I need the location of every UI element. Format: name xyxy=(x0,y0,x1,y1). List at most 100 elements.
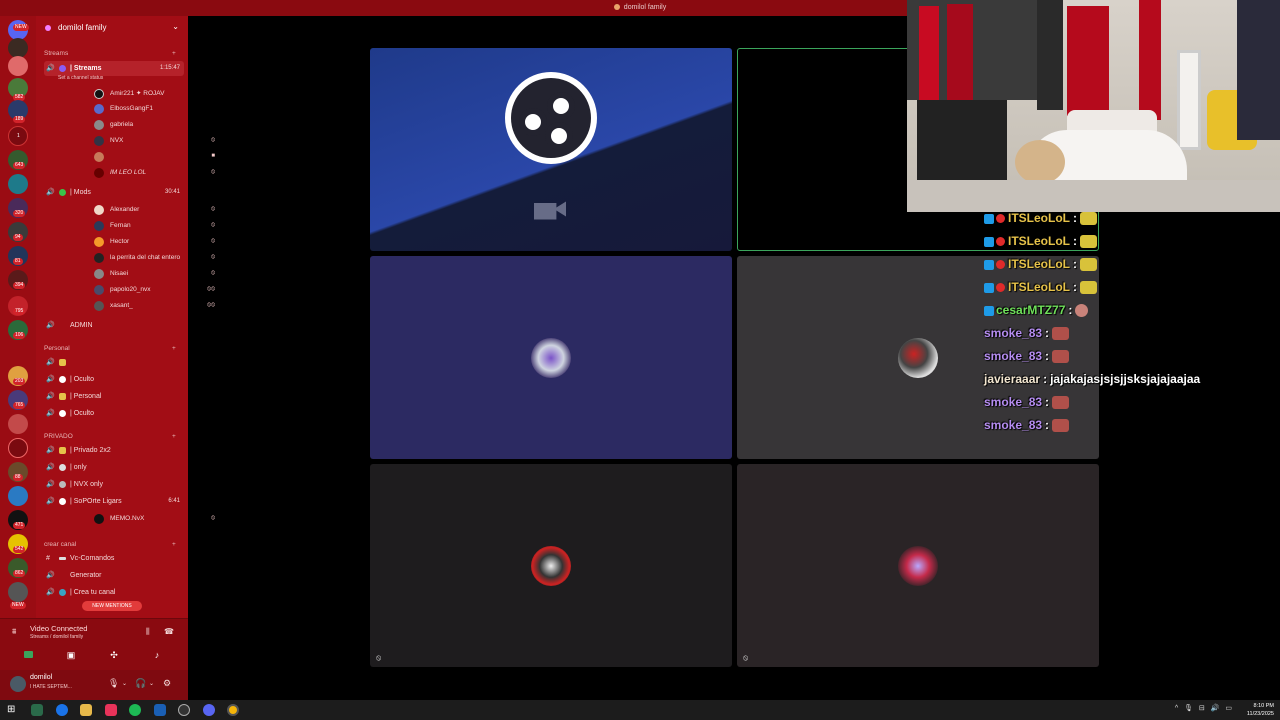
voice-user[interactable]: Alexander ⦸ xyxy=(94,202,219,217)
channel-soporte[interactable]: 🔊 | SoPOrte Ligars 6:41 xyxy=(44,494,184,509)
channel-oculto[interactable]: 🔊 | Oculto xyxy=(44,406,184,421)
avatar xyxy=(531,546,571,586)
server-icon[interactable] xyxy=(8,38,28,58)
voice-user[interactable]: Amir221 ✦ ROJAV xyxy=(94,86,219,101)
voice-user[interactable]: ElbossGangF1 xyxy=(94,101,219,116)
user-custom-status[interactable]: I HATE SEPTEM... xyxy=(30,684,72,690)
server-badge: 88 xyxy=(13,474,23,481)
mic-muted-icon: ⦸ xyxy=(211,515,215,521)
spotify-icon[interactable] xyxy=(129,704,141,716)
voice-user[interactable]: MEMO.NvX ⦸ xyxy=(94,511,219,526)
server-icon[interactable] xyxy=(8,582,28,602)
disconnect-icon[interactable]: ☎ xyxy=(164,627,174,636)
terminal-icon[interactable] xyxy=(31,704,43,716)
channel-label: | Oculto xyxy=(70,410,94,417)
server-badge: 795 xyxy=(13,308,26,315)
soundboard-button[interactable]: ♪ xyxy=(139,647,175,663)
screen-share-button[interactable]: ▣ xyxy=(53,647,89,663)
add-channel-icon[interactable]: + xyxy=(172,50,176,57)
category-crear-canal[interactable]: crear canal + xyxy=(44,541,176,548)
voice-user[interactable]: papolo20_nvx ⦸⦸ xyxy=(94,282,219,297)
channel-only[interactable]: 🔊 | only xyxy=(44,460,184,475)
chrome-icon[interactable] xyxy=(227,704,239,716)
vscode-icon[interactable] xyxy=(154,704,166,716)
stream-tile-obs[interactable] xyxy=(370,48,732,251)
chat-username: smoke_83 xyxy=(984,418,1043,432)
activities-button[interactable]: ✣ xyxy=(96,647,132,663)
chat-message: ITSLeoLoL: xyxy=(984,277,1280,297)
edge-browser-icon[interactable] xyxy=(56,704,68,716)
channel-admin[interactable]: 🔊 ADMIN xyxy=(44,318,184,333)
stream-tile-user[interactable]: ⦸ xyxy=(737,464,1099,667)
speaker-icon: 🔊 xyxy=(46,65,55,72)
voice-user[interactable]: NVX ⦸ xyxy=(94,133,219,148)
settings-gear-icon[interactable]: ⚙ xyxy=(163,678,171,689)
category-personal[interactable]: Personal + xyxy=(44,345,176,352)
guild-icon xyxy=(45,25,51,31)
voice-user[interactable]: Nisaei ⦸ xyxy=(94,266,219,281)
server-icon[interactable] xyxy=(8,414,28,434)
server-badge: 203 xyxy=(13,378,26,385)
voice-user[interactable]: Hector ⦸ xyxy=(94,234,219,249)
signal-icon[interactable]: ⩩ xyxy=(12,627,16,637)
channel-status-hint[interactable]: Set a channel status xyxy=(58,75,103,81)
voice-user-name: Hector xyxy=(110,238,130,245)
server-icon[interactable] xyxy=(8,174,28,194)
channel-mods[interactable]: 🔊 | Mods 30:41 xyxy=(44,185,184,200)
microphone-icon[interactable]: 🎙 xyxy=(108,678,119,689)
category-streams[interactable]: Streams + xyxy=(44,50,176,57)
server-badge: 1 xyxy=(17,133,20,139)
chat-separator: : xyxy=(1045,418,1050,432)
server-icon[interactable] xyxy=(8,486,28,506)
new-mentions-button[interactable]: NEW MENTIONS xyxy=(82,601,142,611)
chat-separator: : xyxy=(1045,395,1050,409)
voice-user[interactable]: gabriela xyxy=(94,117,219,132)
voice-user[interactable]: Fernan ⦸ xyxy=(94,218,219,233)
category-privado[interactable]: PRIVADO + xyxy=(44,433,176,440)
chevron-down-icon[interactable]: ⌄ xyxy=(122,680,127,687)
channel-lock[interactable]: 🔊 xyxy=(44,355,184,370)
avatar xyxy=(94,168,104,178)
voice-user[interactable]: xasant_ ⦸⦸ xyxy=(94,298,219,313)
speaker-icon: 🔊 xyxy=(46,189,55,196)
camera-button[interactable] xyxy=(10,647,46,663)
avatar xyxy=(94,120,104,130)
obs-icon[interactable] xyxy=(178,704,190,716)
file-explorer-icon[interactable] xyxy=(80,704,92,716)
voice-user[interactable]: IM LEO LOL ⦸ xyxy=(94,165,219,180)
stream-tile-user[interactable] xyxy=(370,256,732,459)
add-channel-icon[interactable]: + xyxy=(172,433,176,440)
channel-personal[interactable]: 🔊 | Personal xyxy=(44,389,184,404)
add-channel-icon[interactable]: + xyxy=(172,541,176,548)
mic-muted-icon: ⦸ xyxy=(211,206,215,212)
discord-icon[interactable] xyxy=(203,704,215,716)
avatar xyxy=(94,253,104,263)
channel-vc-comandos[interactable]: # Vc-Comandos xyxy=(44,551,184,566)
guild-header[interactable]: domilol family ⌄ xyxy=(36,16,188,40)
voice-status-channel[interactable]: Streams / domilol family xyxy=(30,634,83,640)
channel-streams[interactable]: 🔊 | Streams 1:15:47 xyxy=(44,61,184,76)
app-icon[interactable] xyxy=(105,704,117,716)
system-tray[interactable]: ^ 🎙 ⊟ 🔊 ▭ xyxy=(1175,704,1234,712)
server-icon[interactable] xyxy=(8,438,28,458)
voice-user[interactable]: ■ xyxy=(94,149,219,164)
avatar[interactable] xyxy=(10,676,26,692)
user-name[interactable]: domilol xyxy=(30,674,52,681)
server-icon[interactable] xyxy=(8,56,28,76)
channel-privado[interactable]: 🔊 | Privado 2x2 xyxy=(44,443,184,458)
channel-nvx-only[interactable]: 🔊 | NVX only xyxy=(44,477,184,492)
chevron-down-icon[interactable]: ⌄ xyxy=(172,22,179,31)
headphones-icon[interactable]: 🎧 xyxy=(135,678,146,689)
clock[interactable]: 8:10 PM 11/23/2025 xyxy=(1247,702,1274,718)
windows-start-icon[interactable]: ⊞ xyxy=(7,704,15,716)
mod-badge-icon xyxy=(996,283,1005,293)
stream-tile-user[interactable]: ⦸ xyxy=(370,464,732,667)
add-channel-icon[interactable]: + xyxy=(172,345,176,352)
channel-crea-canal[interactable]: 🔊 | Crea tu canal xyxy=(44,585,184,600)
channel-generator[interactable]: 🔊 Generator xyxy=(44,568,184,583)
voice-connection-panel: ⩩ Video Connected Streams / domilol fami… xyxy=(0,618,188,670)
chevron-down-icon[interactable]: ⌄ xyxy=(149,680,154,687)
noise-suppression-icon[interactable]: ⫼ xyxy=(146,627,150,637)
channel-oculto[interactable]: 🔊 | Oculto xyxy=(44,372,184,387)
voice-user[interactable]: la perrita del chat entero ⦸ xyxy=(94,250,219,265)
